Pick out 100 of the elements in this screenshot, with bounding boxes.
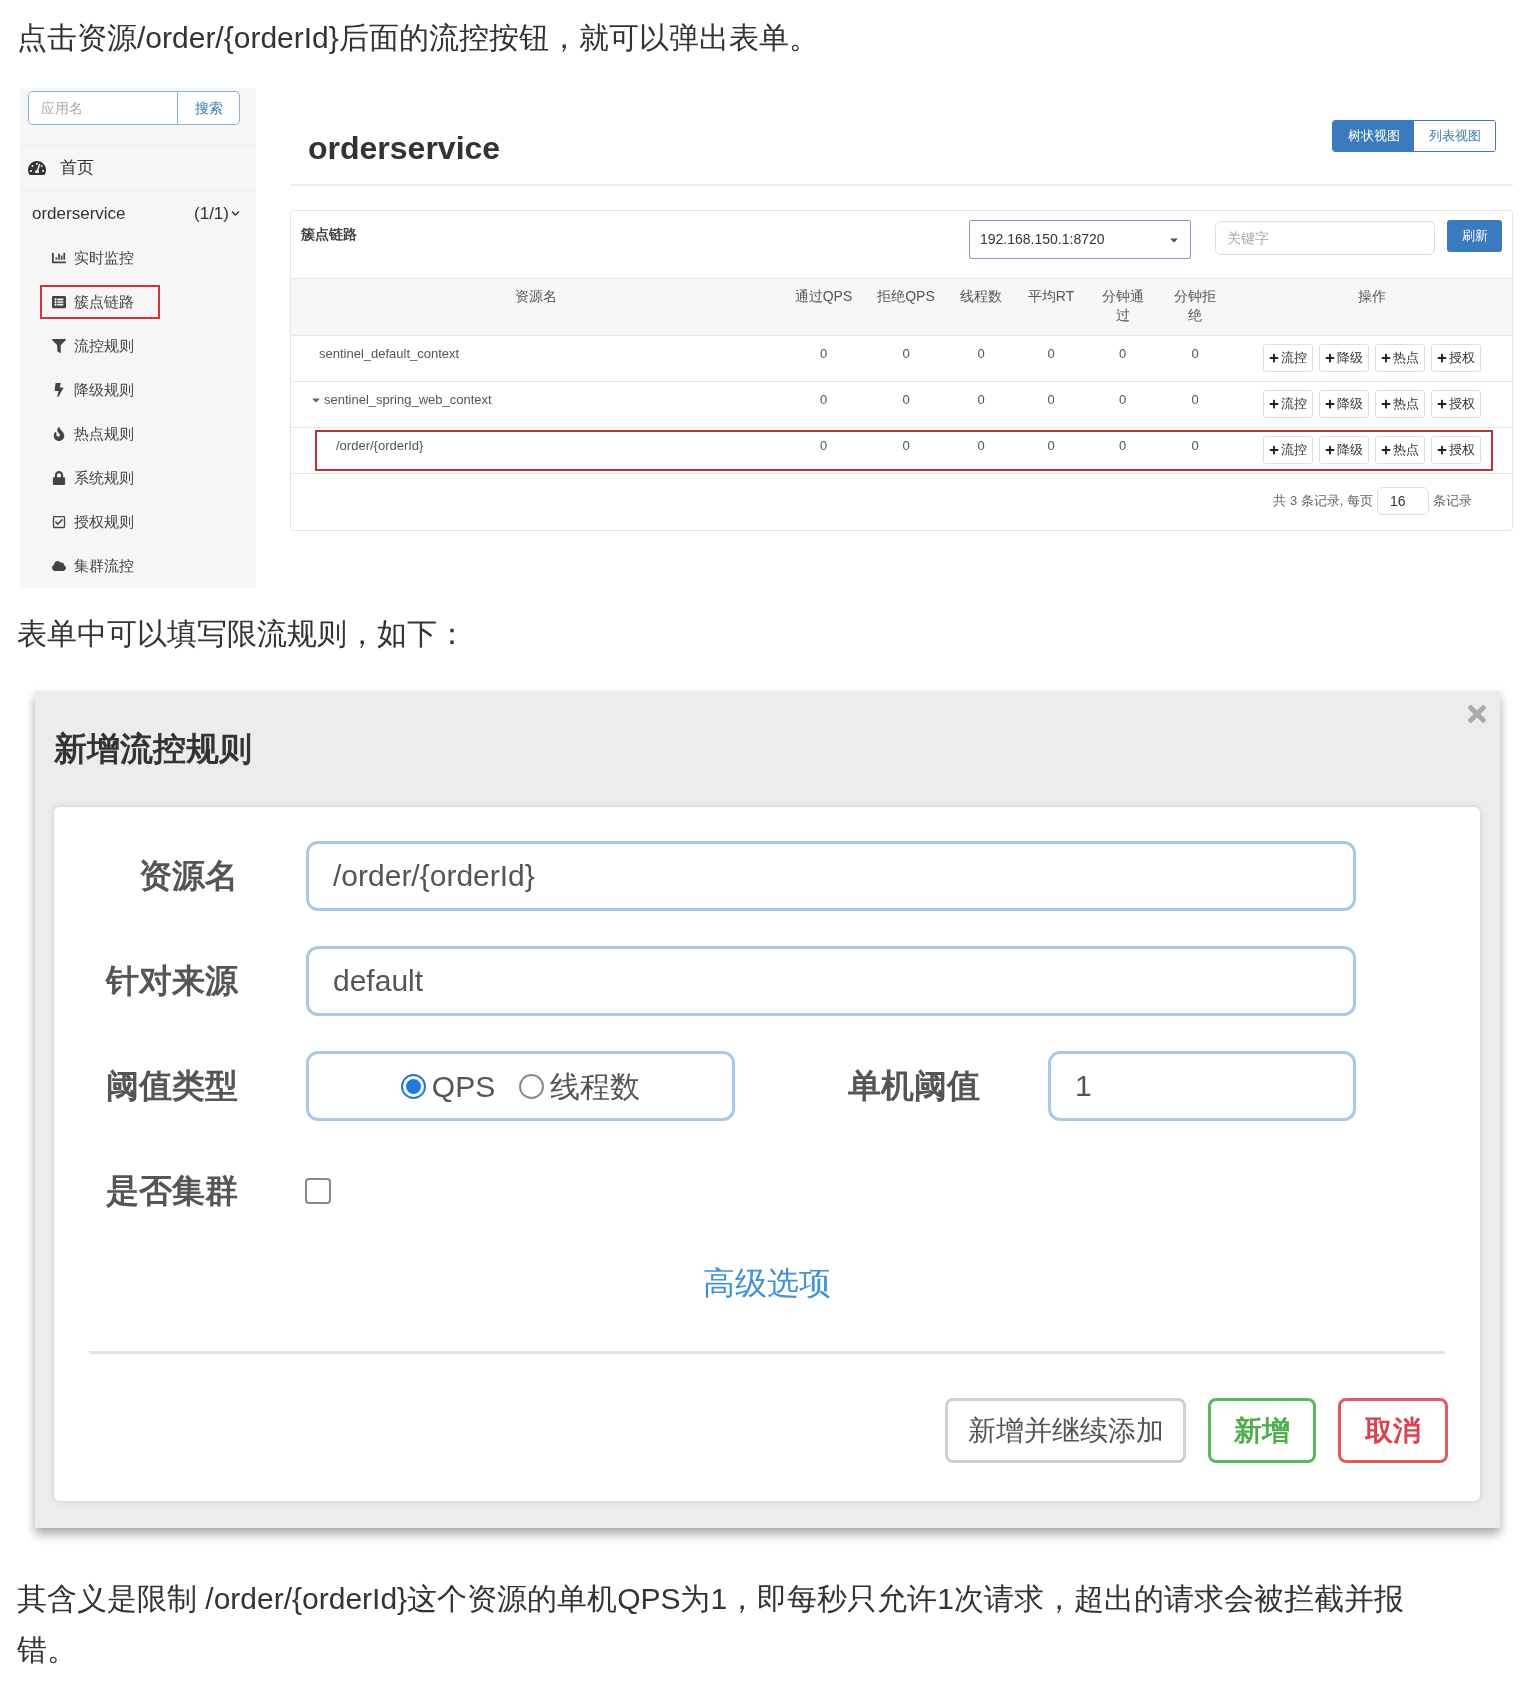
sidebar-item[interactable]: 授权规则 (40, 505, 160, 539)
chevron-icon[interactable] (231, 208, 240, 218)
column-header: 分钟拒绝 (1173, 287, 1217, 325)
threshold-field[interactable]: 1 (1048, 1051, 1356, 1121)
sidebar-item[interactable]: 实时监控 (40, 241, 160, 275)
text-field[interactable]: /order/{orderId} (306, 841, 1356, 911)
explanation-paragraph: 其含义是限制 /order/{orderId}这个资源的单机QPS为1，即每秒只允许1次请求，超出的请求会被拦截并报错。 (16, 1581, 1405, 1668)
home-link[interactable]: 首页 (60, 155, 94, 181)
field-label: 单机阈值 (848, 1066, 981, 1107)
sidebar-item[interactable]: 集群流控 (40, 549, 160, 583)
form-button[interactable]: 取消 (1338, 1398, 1448, 1463)
list-icon (52, 295, 66, 309)
action-button[interactable]: 流控 (1262, 390, 1313, 418)
record-summary: 共 3 条记录, 每页 (1273, 492, 1373, 511)
search-button[interactable]: 搜索 (178, 91, 240, 125)
plus-icon (1268, 399, 1279, 409)
plus-icon (1380, 353, 1391, 363)
table-cell-text: 0 (901, 391, 911, 409)
cluster-checkbox[interactable] (305, 1178, 331, 1204)
plus-icon (1380, 399, 1391, 409)
field-label: 资源名 (138, 856, 238, 897)
table-cell-text: 0 (1046, 345, 1056, 363)
cloud-icon (52, 559, 66, 573)
table-cell-text: 0 (976, 391, 986, 409)
column-header: 拒绝QPS (877, 287, 935, 306)
table-cell-text: 0 (818, 391, 829, 409)
table-cell-text: 0 (1190, 437, 1200, 455)
table-cell-text: 0 (1117, 437, 1128, 455)
plus-icon (1268, 445, 1279, 455)
radio-option[interactable]: 线程数 (519, 1063, 641, 1109)
table-cell-text: 0 (976, 437, 986, 455)
sidebar-item[interactable]: 降级规则 (40, 373, 160, 407)
table-cell-text: 0 (1190, 391, 1200, 409)
table-cell-text: 0 (1190, 345, 1200, 363)
column-header: 线程数 (960, 287, 1002, 306)
dialog-title: 新增流控规则 (54, 729, 252, 770)
sidebar-item[interactable]: 系统规则 (40, 461, 160, 495)
action-button[interactable]: 流控 (1262, 436, 1313, 464)
plus-icon (1436, 399, 1447, 409)
lock-icon (52, 471, 66, 485)
action-button[interactable]: 流控 (1262, 344, 1313, 372)
table-cell-text: 0 (901, 345, 911, 363)
table-cell-text: 0 (818, 345, 829, 363)
resource-name: /order/{orderId} (336, 437, 424, 455)
table-cell-text: 0 (1117, 345, 1128, 363)
action-button[interactable]: 授权 (1430, 390, 1481, 418)
table-cell-text: 0 (901, 437, 911, 455)
sidebar-item[interactable]: 热点规则 (40, 417, 160, 451)
flame-icon (52, 427, 66, 441)
filter-icon (52, 339, 66, 353)
table-cell-text: 0 (976, 345, 986, 363)
keyword-field[interactable]: 关键字 (1215, 221, 1435, 255)
table-cell-text: 0 (1046, 437, 1056, 455)
plus-icon (1380, 445, 1391, 455)
column-header: 平均RT (1027, 287, 1075, 306)
gauge-icon (28, 158, 46, 177)
checkbox-icon (52, 515, 66, 529)
resource-name: sentinel_spring_web_context (324, 391, 492, 409)
column-header: 通过QPS (794, 287, 853, 306)
caption-paragraph: 表单中可以填写限流规则，如下： (16, 616, 468, 652)
radio-option[interactable]: QPS (400, 1063, 496, 1109)
action-button[interactable]: 热点 (1374, 390, 1425, 418)
action-button[interactable]: 授权 (1430, 344, 1481, 372)
field-label: 是否集群 (105, 1171, 238, 1212)
page-size-field[interactable]: 16 (1377, 487, 1429, 515)
plus-icon (1324, 353, 1335, 363)
view-tab[interactable]: 树状视图 (1333, 121, 1414, 151)
field-label: 阈值类型 (105, 1066, 238, 1107)
table-cell-text: 0 (1046, 391, 1056, 409)
column-header: 资源名 (515, 287, 557, 306)
action-button[interactable]: 降级 (1318, 436, 1369, 464)
instance-count: (1/1) (194, 202, 229, 225)
record-unit: 条记录 (1433, 492, 1472, 511)
action-button[interactable]: 降级 (1318, 344, 1369, 372)
resource-name: sentinel_default_context (319, 345, 460, 363)
action-button[interactable]: 授权 (1430, 436, 1481, 464)
panel-title: 簇点链路 (301, 225, 357, 244)
sidebar-item[interactable]: 流控规则 (40, 329, 160, 363)
form-button[interactable]: 新增并继续添加 (945, 1398, 1186, 1463)
action-button[interactable]: 热点 (1374, 344, 1425, 372)
lightning-icon (52, 383, 66, 397)
column-header: 分钟通过 (1100, 287, 1145, 325)
text-field[interactable]: default (306, 946, 1356, 1016)
plus-icon (1436, 353, 1447, 363)
plus-icon (1268, 353, 1279, 363)
action-button[interactable]: 降级 (1318, 390, 1369, 418)
machine-select[interactable]: 192.168.150.1:8720 (969, 220, 1191, 259)
plus-icon (1324, 445, 1335, 455)
table-cell-text: 0 (1117, 391, 1128, 409)
app-search-field[interactable]: 应用名 (28, 91, 178, 125)
action-button[interactable]: 热点 (1374, 436, 1425, 464)
app-name[interactable]: orderservice (32, 200, 126, 226)
page-title: orderservice (307, 129, 501, 168)
refresh-button[interactable]: 刷新 (1447, 220, 1502, 252)
intro-paragraph: 点击资源/order/{orderId}后面的流控按钮，就可以弹出表单。 (16, 20, 820, 56)
column-header: 操作 (1357, 287, 1386, 306)
bar-chart-icon (52, 251, 66, 265)
sidebar-item[interactable]: 簇点链路 (40, 285, 160, 319)
table-cell-text: 0 (818, 437, 829, 455)
plus-icon (1324, 399, 1335, 409)
